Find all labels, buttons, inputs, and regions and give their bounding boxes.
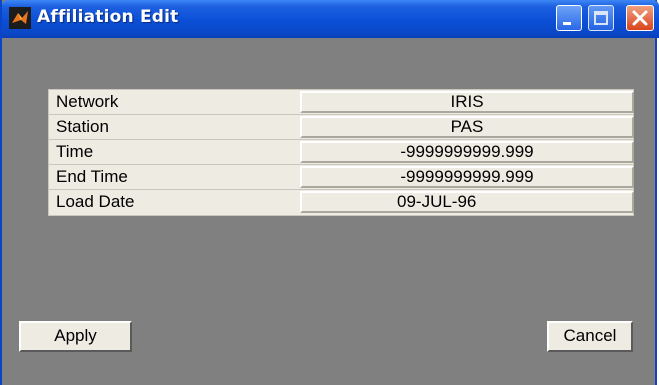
title-bar[interactable]: Affiliation Edit [2, 0, 659, 38]
network-field[interactable]: IRIS [300, 91, 634, 113]
cancel-button[interactable]: Cancel [547, 321, 633, 352]
matlab-icon [9, 7, 31, 29]
window-title: Affiliation Edit [37, 7, 179, 27]
apply-button[interactable]: Apply [19, 321, 132, 352]
field-row-station: Station PAS [49, 115, 634, 140]
maximize-button[interactable] [588, 5, 614, 31]
field-row-time: Time -9999999999.999 [49, 140, 634, 165]
load-date-label: Load Date [56, 192, 135, 211]
close-button[interactable] [626, 5, 654, 31]
load-date-field[interactable]: 09-JUL-96 [300, 191, 634, 213]
station-label: Station [56, 117, 109, 136]
affiliation-edit-window: Affiliation Edit Network IRIS Station PA… [0, 0, 659, 385]
end-time-label: End Time [56, 167, 128, 186]
affiliation-fields-table: Network IRIS Station PAS Time -999999999… [48, 89, 634, 216]
field-row-load-date: Load Date 09-JUL-96 [49, 190, 634, 215]
minimize-button[interactable] [556, 5, 582, 31]
network-label: Network [56, 92, 119, 111]
time-label: Time [56, 142, 94, 161]
field-row-end-time: End Time -9999999999.999 [49, 165, 634, 190]
time-field[interactable]: -9999999999.999 [300, 141, 634, 163]
field-row-network: Network IRIS [49, 90, 634, 115]
end-time-field[interactable]: -9999999999.999 [300, 166, 634, 188]
station-field[interactable]: PAS [300, 116, 634, 138]
